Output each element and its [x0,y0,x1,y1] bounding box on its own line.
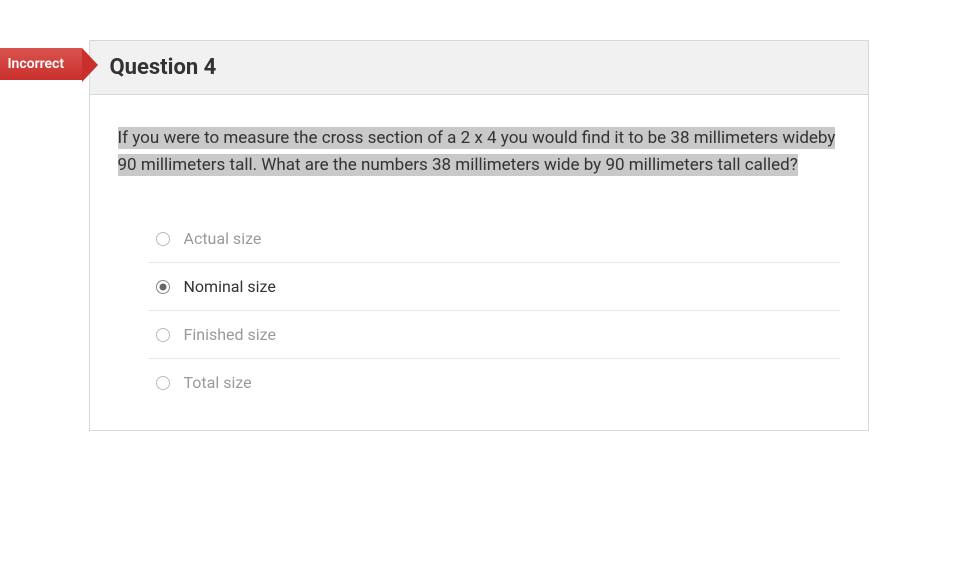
options-list: Actual size Nominal size Finished size T… [118,215,840,406]
question-card: Incorrect Question 4 If you were to meas… [89,40,869,431]
radio-icon [156,376,170,390]
radio-icon [156,280,170,294]
radio-icon [156,232,170,246]
option-actual-size[interactable]: Actual size [148,215,840,263]
question-text: If you were to measure the cross section… [118,125,840,179]
question-header: Question 4 [89,40,869,95]
question-title: Question 4 [110,55,848,80]
option-label: Nominal size [184,277,276,296]
question-body: If you were to measure the cross section… [89,95,869,431]
option-total-size[interactable]: Total size [148,359,840,406]
option-finished-size[interactable]: Finished size [148,311,840,359]
option-label: Finished size [184,325,276,344]
radio-icon [156,328,170,342]
option-label: Total size [184,373,252,392]
question-text-highlight: If you were to measure the cross section… [118,127,836,176]
option-nominal-size[interactable]: Nominal size [148,263,840,311]
option-label: Actual size [184,229,262,248]
status-badge: Incorrect [0,48,82,80]
